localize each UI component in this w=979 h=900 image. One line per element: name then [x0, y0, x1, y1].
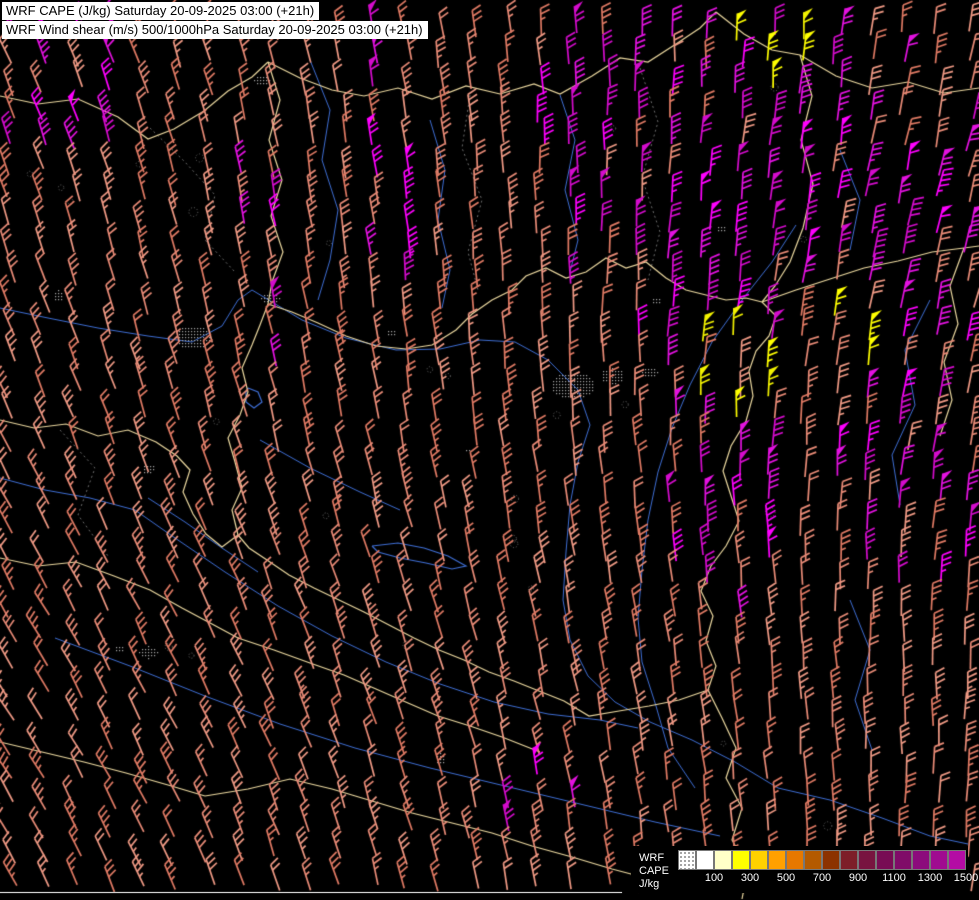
title-cape: WRF CAPE (J/kg) Saturday 20-09-2025 03:0…: [2, 2, 319, 20]
title-wind-shear: WRF Wind shear (m/s) 500/1000hPa Saturda…: [2, 21, 428, 39]
legend-label: 100: [705, 872, 723, 884]
cape-legend: WRF CAPE J/kg 10030050070090011001300150…: [631, 846, 968, 893]
legend-title: WRF CAPE J/kg: [639, 850, 669, 891]
weather-map-stage: WRF CAPE (J/kg) Saturday 20-09-2025 03:0…: [0, 0, 979, 900]
legend-box: [876, 850, 894, 870]
legend-box: [696, 850, 714, 870]
map-canvas: [0, 0, 979, 900]
legend-box: [858, 850, 876, 870]
legend-box: [894, 850, 912, 870]
legend-boxes: [678, 850, 966, 870]
legend-box: [768, 850, 786, 870]
legend-label: 1300: [918, 872, 942, 884]
legend-label: 1500: [954, 872, 978, 884]
map-frame-line: [0, 892, 622, 893]
legend-box: [678, 850, 696, 870]
legend-box: [822, 850, 840, 870]
legend-box: [804, 850, 822, 870]
legend-title-line-1: WRF: [639, 852, 669, 865]
legend-title-line-2: CAPE: [639, 865, 669, 878]
legend-title-line-3: J/kg: [639, 878, 669, 891]
legend-box: [912, 850, 930, 870]
legend-color-scale: 100300500700900110013001500: [678, 850, 966, 886]
legend-box: [714, 850, 732, 870]
legend-labels: 100300500700900110013001500: [678, 872, 966, 886]
legend-box: [732, 850, 750, 870]
legend-label: 300: [741, 872, 759, 884]
legend-box: [786, 850, 804, 870]
legend-label: 700: [813, 872, 831, 884]
legend-label: 500: [777, 872, 795, 884]
legend-box: [750, 850, 768, 870]
map-titles: WRF CAPE (J/kg) Saturday 20-09-2025 03:0…: [2, 2, 428, 40]
legend-box: [840, 850, 858, 870]
legend-box: [930, 850, 948, 870]
legend-label: 900: [849, 872, 867, 884]
legend-label: 1100: [882, 872, 906, 884]
legend-box: [948, 850, 966, 870]
